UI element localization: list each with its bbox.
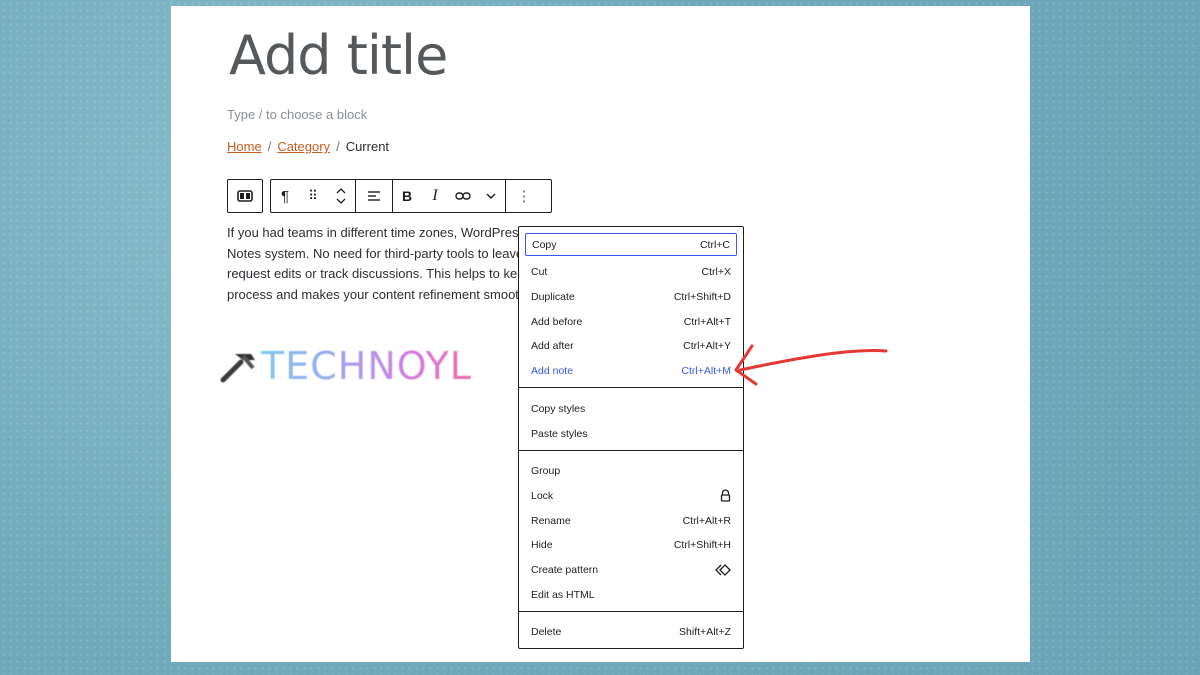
block-placeholder[interactable]: Type / to choose a block bbox=[227, 107, 367, 122]
paragraph-icon[interactable]: ¶ bbox=[271, 180, 299, 212]
toolbar-group-align bbox=[356, 180, 393, 212]
menu-item-delete[interactable]: Delete Shift+Alt+Z bbox=[525, 620, 737, 643]
breadcrumb: Home / Category / Current bbox=[227, 139, 389, 154]
technoyl-logo: TECHNOYL bbox=[217, 344, 472, 388]
lock-icon bbox=[720, 489, 731, 502]
paragraph-line: request edits or track discussions. This… bbox=[227, 266, 523, 281]
annotation-arrow-icon bbox=[734, 344, 888, 386]
block-options-menu: Copy Ctrl+C Cut Ctrl+X Duplicate Ctrl+Shift… bbox=[518, 226, 744, 649]
menu-item-add-after[interactable]: Add after Ctrl+Alt+Y bbox=[525, 334, 737, 357]
breadcrumb-separator: / bbox=[336, 139, 340, 154]
drag-handle-icon[interactable]: ⠿ bbox=[299, 180, 327, 212]
pattern-icon bbox=[715, 563, 731, 576]
menu-divider bbox=[519, 387, 743, 388]
move-up-down-icon[interactable] bbox=[327, 180, 355, 212]
hammer-icon bbox=[220, 354, 255, 383]
toolbar-group-options: ⋮ bbox=[506, 180, 542, 212]
chevron-down-icon[interactable] bbox=[477, 180, 505, 212]
link-icon[interactable] bbox=[449, 180, 477, 212]
toolbar-group-format: B I bbox=[393, 180, 506, 212]
menu-item-edit-as-html[interactable]: Edit as HTML bbox=[525, 583, 737, 606]
columns-icon bbox=[237, 190, 253, 202]
parent-block-button[interactable] bbox=[227, 179, 263, 213]
menu-item-duplicate[interactable]: Duplicate Ctrl+Shift+D bbox=[525, 285, 737, 308]
menu-item-group[interactable]: Group bbox=[525, 459, 737, 482]
breadcrumb-current: Current bbox=[345, 139, 390, 154]
more-options-icon[interactable]: ⋮ bbox=[506, 180, 542, 212]
menu-item-rename[interactable]: Rename Ctrl+Alt+R bbox=[525, 509, 737, 532]
toolbar-group-block: ¶ ⠿ bbox=[271, 180, 356, 212]
menu-item-paste-styles[interactable]: Paste styles bbox=[525, 422, 737, 445]
breadcrumb-category-link[interactable]: Category bbox=[277, 139, 330, 154]
menu-item-lock[interactable]: Lock bbox=[525, 484, 737, 507]
post-title[interactable]: Add title bbox=[229, 24, 448, 87]
breadcrumb-home-link[interactable]: Home bbox=[227, 139, 262, 154]
menu-item-hide[interactable]: Hide Ctrl+Shift+H bbox=[525, 533, 737, 556]
menu-item-add-note[interactable]: Add note Ctrl+Alt+M bbox=[525, 359, 737, 382]
paragraph-block[interactable]: If you had teams in different time zones… bbox=[227, 223, 523, 313]
breadcrumb-separator: / bbox=[267, 139, 272, 154]
menu-item-copy[interactable]: Copy Ctrl+C bbox=[525, 233, 737, 256]
menu-item-create-pattern[interactable]: Create pattern bbox=[525, 558, 737, 581]
paragraph-line: Notes system. No need for third-party to… bbox=[227, 245, 523, 261]
menu-item-add-before[interactable]: Add before Ctrl+Alt+T bbox=[525, 310, 737, 333]
bold-button[interactable]: B bbox=[393, 180, 421, 212]
block-toolbar: ¶ ⠿ B I ⋮ bbox=[270, 179, 552, 213]
logo-wordmark: TECHNOYL bbox=[261, 344, 472, 388]
menu-divider bbox=[519, 450, 743, 451]
menu-item-copy-styles[interactable]: Copy styles bbox=[525, 397, 737, 420]
menu-divider bbox=[519, 611, 743, 612]
italic-button[interactable]: I bbox=[421, 180, 449, 212]
align-left-icon[interactable] bbox=[356, 180, 392, 212]
paragraph-line: If you had teams in different time zones… bbox=[227, 225, 523, 240]
menu-item-cut[interactable]: Cut Ctrl+X bbox=[525, 260, 737, 283]
paragraph-line: process and makes your content refinemen… bbox=[227, 286, 523, 302]
